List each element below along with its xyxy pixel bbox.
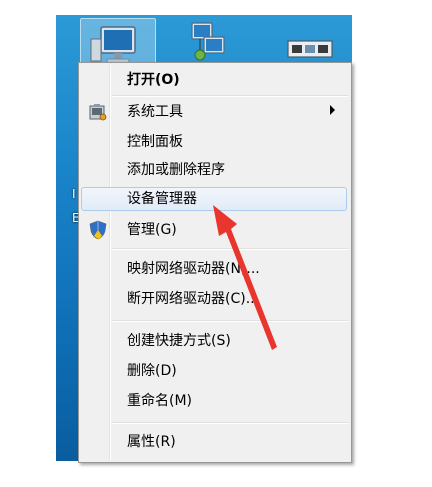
desktop-label-fragment-1: I: [72, 187, 76, 201]
network-icon[interactable]: [178, 17, 236, 65]
context-menu: 打开(O) 系统工具 控制面板 添加或删除程序 设备管理器 管理(G) 映射网络…: [78, 62, 352, 463]
menu-item-label: 设备管理器: [127, 191, 197, 207]
menu-item-rename[interactable]: 重命名(M): [81, 389, 347, 413]
control-panel-icon[interactable]: [284, 17, 342, 65]
menu-item-label: 打开(O): [127, 72, 180, 88]
menu-item-delete[interactable]: 删除(D): [81, 359, 347, 383]
menu-item-properties[interactable]: 属性(R): [81, 430, 347, 454]
shield-icon: [88, 220, 108, 240]
menu-item-map-network-drive[interactable]: 映射网络驱动器(N)...: [81, 257, 347, 281]
menu-item-add-remove-programs[interactable]: 添加或删除程序: [81, 158, 347, 182]
menu-item-label: 映射网络驱动器(N)...: [127, 261, 260, 277]
menu-item-system-tools[interactable]: 系统工具: [81, 100, 347, 124]
menu-item-manage[interactable]: 管理(G): [81, 218, 347, 242]
system-tools-icon: [88, 102, 108, 122]
menu-item-device-manager[interactable]: 设备管理器: [81, 187, 347, 211]
menu-item-create-shortcut[interactable]: 创建快捷方式(S): [81, 329, 347, 353]
menu-separator: [112, 320, 348, 322]
screenshot-frame: I E 打开(O) 系统工具 控制面板 添加或删除程序 设备管理器 管理(G) …: [0, 0, 432, 487]
menu-item-open[interactable]: 打开(O): [81, 68, 347, 92]
submenu-arrow-icon: [330, 105, 335, 115]
menu-separator: [112, 422, 348, 424]
menu-item-label: 创建快捷方式(S): [127, 333, 231, 349]
menu-item-label: 添加或删除程序: [127, 162, 225, 178]
menu-separator: [112, 248, 348, 250]
menu-item-label: 属性(R): [127, 434, 176, 450]
menu-item-label: 系统工具: [127, 104, 183, 120]
menu-item-label: 控制面板: [127, 134, 183, 150]
menu-item-control-panel[interactable]: 控制面板: [81, 130, 347, 154]
menu-item-label: 重命名(M): [127, 393, 193, 409]
menu-item-label: 删除(D): [127, 363, 177, 379]
menu-separator: [112, 95, 348, 97]
menu-item-label: 断开网络驱动器(C)...: [127, 291, 260, 307]
menu-item-label: 管理(G): [127, 222, 177, 238]
menu-item-disconnect-network-drive[interactable]: 断开网络驱动器(C)...: [81, 287, 347, 311]
